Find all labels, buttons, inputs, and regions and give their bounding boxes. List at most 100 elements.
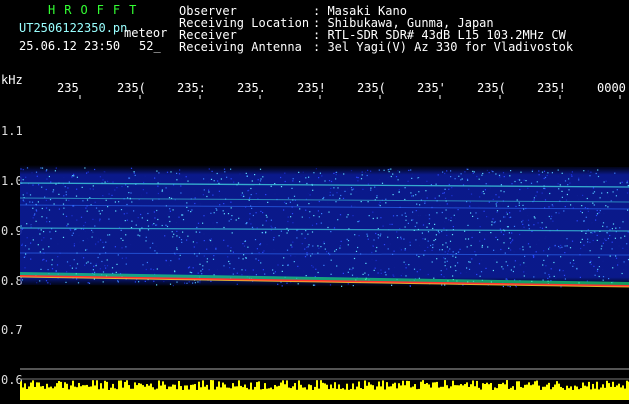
noise-pixel — [397, 237, 398, 238]
noise-pixel — [204, 255, 205, 256]
noise-pixel — [116, 264, 117, 265]
noise-pixel — [452, 275, 453, 276]
noise-pixel — [73, 200, 74, 201]
noise-pixel — [595, 185, 596, 186]
histogram-bar — [72, 381, 74, 400]
noise-pixel — [418, 215, 419, 216]
noise-pixel — [210, 230, 211, 231]
noise-pixel — [457, 262, 458, 263]
noise-pixel — [505, 253, 506, 254]
noise-pixel — [158, 172, 159, 173]
noise-pixel — [593, 240, 594, 241]
histogram-bar — [520, 387, 522, 400]
noise-pixel — [138, 281, 139, 282]
noise-pixel — [348, 283, 349, 284]
noise-pixel — [466, 267, 467, 268]
histogram-bar — [626, 381, 628, 400]
noise-pixel — [272, 269, 273, 270]
histogram-bar — [50, 387, 52, 400]
noise-pixel — [366, 234, 367, 235]
noise-pixel — [75, 229, 76, 230]
noise-pixel — [66, 194, 67, 195]
noise-pixel — [92, 219, 93, 220]
histogram-bar — [332, 388, 334, 400]
noise-pixel — [598, 176, 599, 177]
noise-pixel — [324, 180, 325, 181]
noise-pixel — [626, 265, 627, 266]
noise-pixel — [214, 180, 215, 181]
noise-pixel — [609, 235, 610, 236]
noise-pixel — [558, 176, 559, 177]
noise-pixel — [400, 237, 401, 238]
noise-pixel — [573, 263, 574, 264]
noise-pixel — [353, 285, 354, 286]
noise-pixel — [230, 202, 231, 203]
noise-pixel — [33, 217, 34, 218]
noise-pixel — [488, 217, 489, 218]
noise-pixel — [491, 224, 492, 225]
noise-pixel — [288, 230, 289, 231]
noise-pixel — [554, 245, 555, 246]
histogram-bar — [170, 387, 172, 400]
noise-pixel — [286, 283, 287, 284]
noise-pixel — [495, 259, 496, 260]
noise-pixel — [398, 179, 399, 180]
noise-pixel — [408, 203, 409, 204]
histogram-bar — [492, 390, 494, 400]
noise-pixel — [346, 216, 347, 217]
noise-pixel — [351, 269, 352, 270]
noise-pixel — [458, 209, 459, 210]
noise-pixel — [96, 265, 97, 266]
noise-pixel — [162, 191, 163, 192]
histogram-bar — [368, 382, 370, 400]
noise-pixel — [520, 264, 521, 265]
noise-pixel — [66, 225, 67, 226]
histogram-bar — [234, 386, 236, 400]
noise-pixel — [170, 260, 171, 261]
noise-pixel — [499, 206, 500, 207]
noise-pixel — [597, 269, 598, 270]
noise-pixel — [567, 245, 568, 246]
noise-pixel — [356, 251, 357, 252]
noise-pixel — [148, 226, 149, 227]
noise-pixel — [165, 225, 166, 226]
noise-pixel — [291, 188, 292, 189]
noise-pixel — [204, 189, 205, 190]
noise-pixel — [102, 210, 103, 211]
noise-pixel — [100, 213, 101, 214]
noise-pixel — [445, 232, 446, 233]
noise-pixel — [410, 245, 411, 246]
noise-pixel — [533, 276, 534, 277]
spectrogram — [20, 95, 629, 400]
noise-pixel — [357, 180, 358, 181]
noise-pixel — [71, 215, 72, 216]
noise-pixel — [216, 213, 217, 214]
noise-pixel — [336, 174, 337, 175]
noise-pixel — [94, 225, 95, 226]
noise-pixel — [176, 282, 177, 283]
histogram-bar — [216, 387, 218, 400]
noise-pixel — [83, 240, 84, 241]
noise-pixel — [371, 259, 372, 260]
histogram-bar — [96, 380, 98, 400]
histogram-bar — [116, 389, 118, 400]
noise-pixel — [504, 216, 505, 217]
noise-pixel — [67, 261, 68, 262]
noise-pixel — [496, 262, 497, 263]
noise-pixel — [231, 178, 232, 179]
noise-pixel — [436, 258, 437, 259]
noise-pixel — [307, 234, 308, 235]
histogram-bar — [382, 380, 384, 400]
noise-pixel — [306, 275, 307, 276]
noise-pixel — [548, 206, 549, 207]
noise-pixel — [620, 275, 621, 276]
noise-pixel — [472, 216, 473, 217]
noise-pixel — [509, 175, 510, 176]
noise-pixel — [38, 184, 39, 185]
noise-pixel — [592, 253, 593, 254]
histogram-bar — [542, 387, 544, 400]
noise-pixel — [271, 227, 272, 228]
noise-pixel — [347, 239, 348, 240]
noise-pixel — [524, 256, 525, 257]
noise-pixel — [93, 185, 94, 186]
